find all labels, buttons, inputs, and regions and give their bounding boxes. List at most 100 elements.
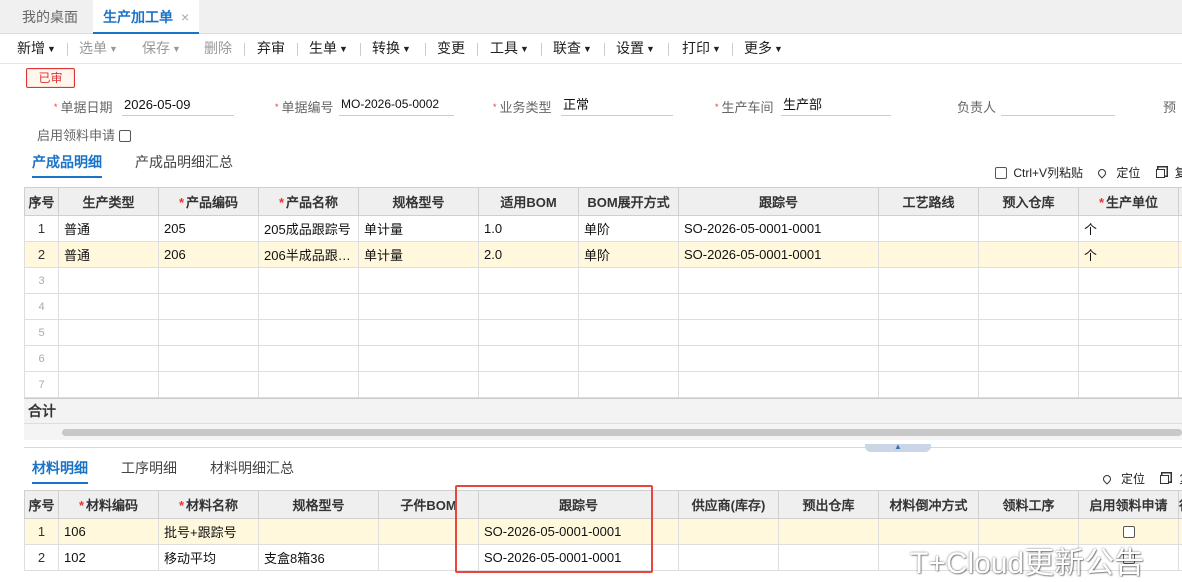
table-cell[interactable]	[679, 545, 779, 571]
copy-button[interactable]: 复制	[1150, 166, 1182, 180]
table-cell[interactable]: SO-2026-05-0001-0001	[479, 545, 679, 571]
table-cell[interactable]	[59, 372, 159, 398]
table-cell[interactable]	[879, 372, 979, 398]
owner-input[interactable]	[1001, 94, 1115, 116]
table-cell[interactable]: 移动平均	[159, 545, 259, 571]
table-row[interactable]: 5	[25, 320, 1182, 346]
column-header[interactable]: 材料倒冲方式	[879, 491, 979, 519]
column-header[interactable]: *产品编码	[159, 188, 259, 216]
table-cell[interactable]	[979, 372, 1079, 398]
table-cell[interactable]	[879, 294, 979, 320]
table-cell[interactable]	[679, 268, 879, 294]
table-cell[interactable]	[479, 346, 579, 372]
table-cell[interactable]	[259, 294, 359, 320]
column-header[interactable]: BOM展开方式	[579, 188, 679, 216]
column-header[interactable]: 规格型号	[359, 188, 479, 216]
table-cell[interactable]	[579, 320, 679, 346]
table-row[interactable]: 3	[25, 268, 1182, 294]
table-cell[interactable]	[1079, 268, 1179, 294]
table-cell[interactable]	[379, 519, 479, 545]
tab-product-summary[interactable]: 产成品明细汇总	[135, 150, 233, 178]
table-cell[interactable]: 个	[1079, 242, 1179, 268]
table-cell[interactable]	[779, 519, 879, 545]
table-cell[interactable]: 205成品跟踪号	[259, 216, 359, 242]
table-cell[interactable]	[579, 294, 679, 320]
horizontal-scrollbar[interactable]	[24, 424, 1182, 440]
table-cell[interactable]	[479, 294, 579, 320]
tab-material-summary[interactable]: 材料明细汇总	[210, 456, 294, 484]
table-cell[interactable]	[1079, 346, 1179, 372]
table-cell[interactable]	[59, 268, 159, 294]
column-header[interactable]: 工艺路线	[879, 188, 979, 216]
table-cell[interactable]	[1179, 545, 1182, 571]
column-header[interactable]: 序号	[25, 491, 59, 519]
table-cell[interactable]: 普通	[59, 242, 159, 268]
table-cell[interactable]	[879, 216, 979, 242]
table-cell[interactable]	[359, 268, 479, 294]
new-button[interactable]: 新增▼	[17, 34, 56, 64]
table-cell[interactable]	[679, 346, 879, 372]
table-cell[interactable]	[879, 346, 979, 372]
table-cell[interactable]	[159, 294, 259, 320]
table-cell[interactable]	[979, 242, 1079, 268]
column-header[interactable]: *材料编码	[59, 491, 159, 519]
table-cell[interactable]	[579, 268, 679, 294]
table-cell[interactable]: 个	[1079, 216, 1179, 242]
table-cell[interactable]	[979, 268, 1079, 294]
table-cell[interactable]	[579, 372, 679, 398]
table-cell[interactable]	[979, 216, 1079, 242]
tools-button[interactable]: 工具▼	[490, 34, 529, 64]
table-cell[interactable]: 普通	[59, 216, 159, 242]
select-order-button[interactable]: 选单▼	[79, 34, 118, 64]
table-cell[interactable]	[679, 519, 779, 545]
column-header[interactable]: 启用领料申请	[1079, 491, 1179, 519]
unaudit-button[interactable]: 弃审	[257, 34, 285, 64]
tab-my-desktop[interactable]: 我的桌面	[22, 0, 78, 34]
table-cell[interactable]	[59, 346, 159, 372]
material-request-checkbox[interactable]	[1123, 526, 1135, 538]
table-cell[interactable]	[979, 346, 1079, 372]
table-cell[interactable]	[1179, 519, 1182, 545]
delete-button[interactable]: 删除	[204, 34, 232, 64]
scrollbar-thumb[interactable]	[62, 429, 1182, 436]
table-cell[interactable]: 206半成品跟踪号	[259, 242, 359, 268]
table-cell[interactable]	[1079, 294, 1179, 320]
table-cell[interactable]: 支盒8箱36	[259, 545, 379, 571]
column-header[interactable]: *材料名称	[159, 491, 259, 519]
table-cell[interactable]: 2.0	[479, 242, 579, 268]
column-header[interactable]: 子件BOM	[379, 491, 479, 519]
table-cell[interactable]: 1.0	[479, 216, 579, 242]
doc-date-input[interactable]: 2026-05-09	[122, 94, 234, 116]
table-cell[interactable]: 单计量	[359, 216, 479, 242]
tab-product-detail[interactable]: 产成品明细	[32, 150, 102, 178]
table-cell[interactable]	[779, 545, 879, 571]
tab-production-order[interactable]: 生产加工单×	[93, 0, 199, 34]
table-cell[interactable]: 106	[59, 519, 159, 545]
table-row[interactable]: 2普通206206半成品跟踪号单计量2.0单阶SO-2026-05-0001-0…	[25, 242, 1182, 268]
table-cell[interactable]: 206	[159, 242, 259, 268]
column-header[interactable]: 序号	[25, 188, 59, 216]
tab-process-detail[interactable]: 工序明细	[121, 456, 177, 484]
column-header[interactable]: 供应商(库存)	[679, 491, 779, 519]
print-button[interactable]: 打印▼	[682, 34, 721, 64]
collapse-handle[interactable]: ▲	[865, 444, 931, 452]
table-cell[interactable]	[879, 320, 979, 346]
column-header[interactable]: 规格型号	[259, 491, 379, 519]
copy-button[interactable]: 复	[1154, 472, 1182, 486]
linked-query-button[interactable]: 联查▼	[553, 34, 592, 64]
table-cell[interactable]	[479, 320, 579, 346]
column-header[interactable]: 预入仓库	[979, 188, 1079, 216]
column-header[interactable]: *生产单位	[1079, 188, 1179, 216]
table-cell[interactable]	[59, 294, 159, 320]
save-button[interactable]: 保存▼	[142, 34, 181, 64]
change-button[interactable]: 变更	[437, 34, 465, 64]
locate-button[interactable]: 定位	[1097, 472, 1145, 486]
column-header[interactable]: 生产类型	[59, 188, 159, 216]
material-request-checkbox[interactable]	[119, 130, 131, 142]
settings-button[interactable]: 设置▼	[616, 34, 655, 64]
table-cell[interactable]: 批号+跟踪号	[159, 519, 259, 545]
table-cell[interactable]	[159, 372, 259, 398]
table-cell[interactable]	[159, 320, 259, 346]
table-cell[interactable]	[159, 268, 259, 294]
table-cell[interactable]	[259, 519, 379, 545]
